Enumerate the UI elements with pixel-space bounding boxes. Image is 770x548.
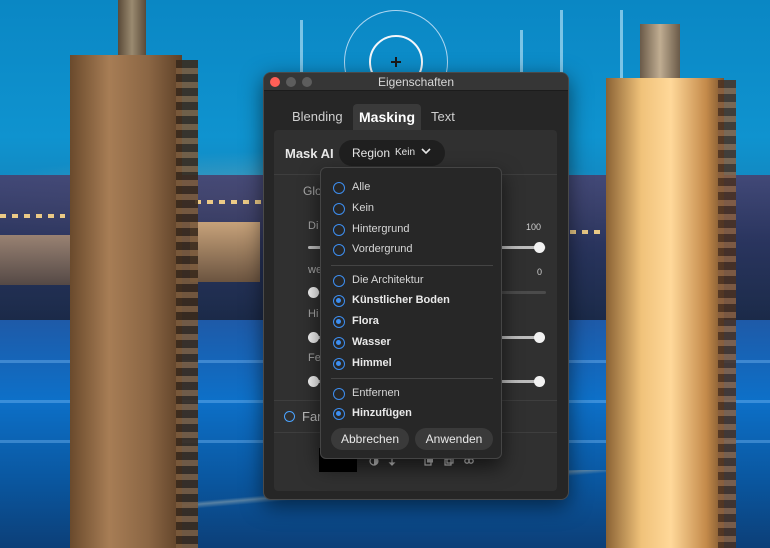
option-radio [333, 275, 345, 287]
ship-mast [300, 20, 303, 80]
option-wasser[interactable]: Wasser [321, 333, 501, 353]
option-kein[interactable]: Kein [321, 199, 501, 219]
slider-4-label: Fe [308, 352, 321, 364]
slider-3-label: Hi [308, 308, 319, 320]
option-hinzufugen[interactable]: Hinzufügen [321, 404, 501, 424]
slider-2-value: 0 [537, 267, 543, 277]
option-kunstlicher-boden[interactable]: Künstlicher Boden [321, 291, 501, 311]
slider-4-knob-left[interactable] [308, 376, 319, 387]
option-himmel[interactable]: Himmel [321, 354, 501, 374]
building [190, 222, 260, 282]
region-dropdown[interactable]: Region Kein [339, 140, 445, 166]
window-title: Eigenschaften [377, 75, 455, 89]
lights [0, 214, 65, 218]
chevron-down-icon [421, 148, 431, 155]
mask-ai-label: Mask AI [285, 146, 334, 161]
tab-blending[interactable]: Blending [286, 104, 349, 130]
option-label: Flora [352, 315, 379, 327]
option-label: Hinzufügen [352, 407, 412, 419]
option-label: Hintergrund [352, 223, 410, 235]
option-label: Vordergrund [352, 243, 413, 255]
slider-4-knob-right[interactable] [534, 376, 545, 387]
menu-divider [331, 378, 493, 379]
region-value: Kein [395, 147, 416, 158]
slider-1-label: Di [308, 220, 319, 232]
global-label: Glo [303, 184, 322, 198]
bollard-cap-right [640, 24, 680, 82]
option-die-architektur[interactable]: Die Architektur [321, 271, 501, 291]
option-label: Künstlicher Boden [352, 294, 450, 306]
apply-button[interactable]: Anwenden [415, 428, 493, 450]
cancel-button[interactable]: Abbrechen [331, 428, 409, 450]
option-flora[interactable]: Flora [321, 312, 501, 332]
menu-divider [331, 265, 493, 266]
bollard-right [606, 78, 724, 548]
chain-right [718, 80, 736, 548]
option-radio-selected [333, 295, 345, 307]
lights [195, 200, 265, 204]
chain-left [176, 60, 198, 548]
slider-3-knob-right[interactable] [534, 332, 545, 343]
option-label: Himmel [352, 357, 392, 369]
option-radio-selected [333, 358, 345, 370]
option-radio-selected [333, 316, 345, 328]
option-radio-selected [333, 337, 345, 349]
slider-1-knob[interactable] [534, 242, 545, 253]
tab-text[interactable]: Text [425, 104, 461, 130]
bollard-cap-left [118, 0, 146, 60]
option-radio [333, 388, 345, 400]
option-label: Wasser [352, 336, 391, 348]
option-label: Kein [352, 202, 375, 214]
color-label: Far [302, 409, 322, 424]
slider-2-knob[interactable] [308, 287, 319, 298]
option-entfernen[interactable]: Entfernen [321, 384, 501, 404]
option-label: Entfernen [352, 387, 400, 399]
option-label: Die Architektur [352, 274, 424, 286]
option-hintergrund[interactable]: Hintergrund [321, 220, 501, 240]
tab-masking[interactable]: Masking [353, 104, 422, 130]
option-alle[interactable]: Alle [321, 178, 501, 198]
titlebar[interactable]: Eigenschaften [264, 73, 568, 91]
option-radio [333, 244, 345, 256]
option-radio [333, 203, 345, 215]
building [0, 235, 70, 285]
lights [570, 230, 610, 234]
region-menu: Alle Kein Hintergrund Vordergrund Die Ar… [320, 167, 502, 459]
slider-3-knob-left[interactable] [308, 332, 319, 343]
option-radio [333, 224, 345, 236]
color-radio[interactable] [284, 411, 295, 422]
bollard-left [70, 55, 182, 548]
option-radio-selected [333, 408, 345, 420]
option-vordergrund[interactable]: Vordergrund [321, 240, 501, 260]
crosshair-icon [391, 57, 401, 67]
region-label: Region [352, 146, 391, 160]
ship-mast [620, 10, 623, 80]
option-label: Alle [352, 181, 371, 193]
slider-1-value: 100 [526, 222, 542, 232]
option-radio [333, 182, 345, 194]
